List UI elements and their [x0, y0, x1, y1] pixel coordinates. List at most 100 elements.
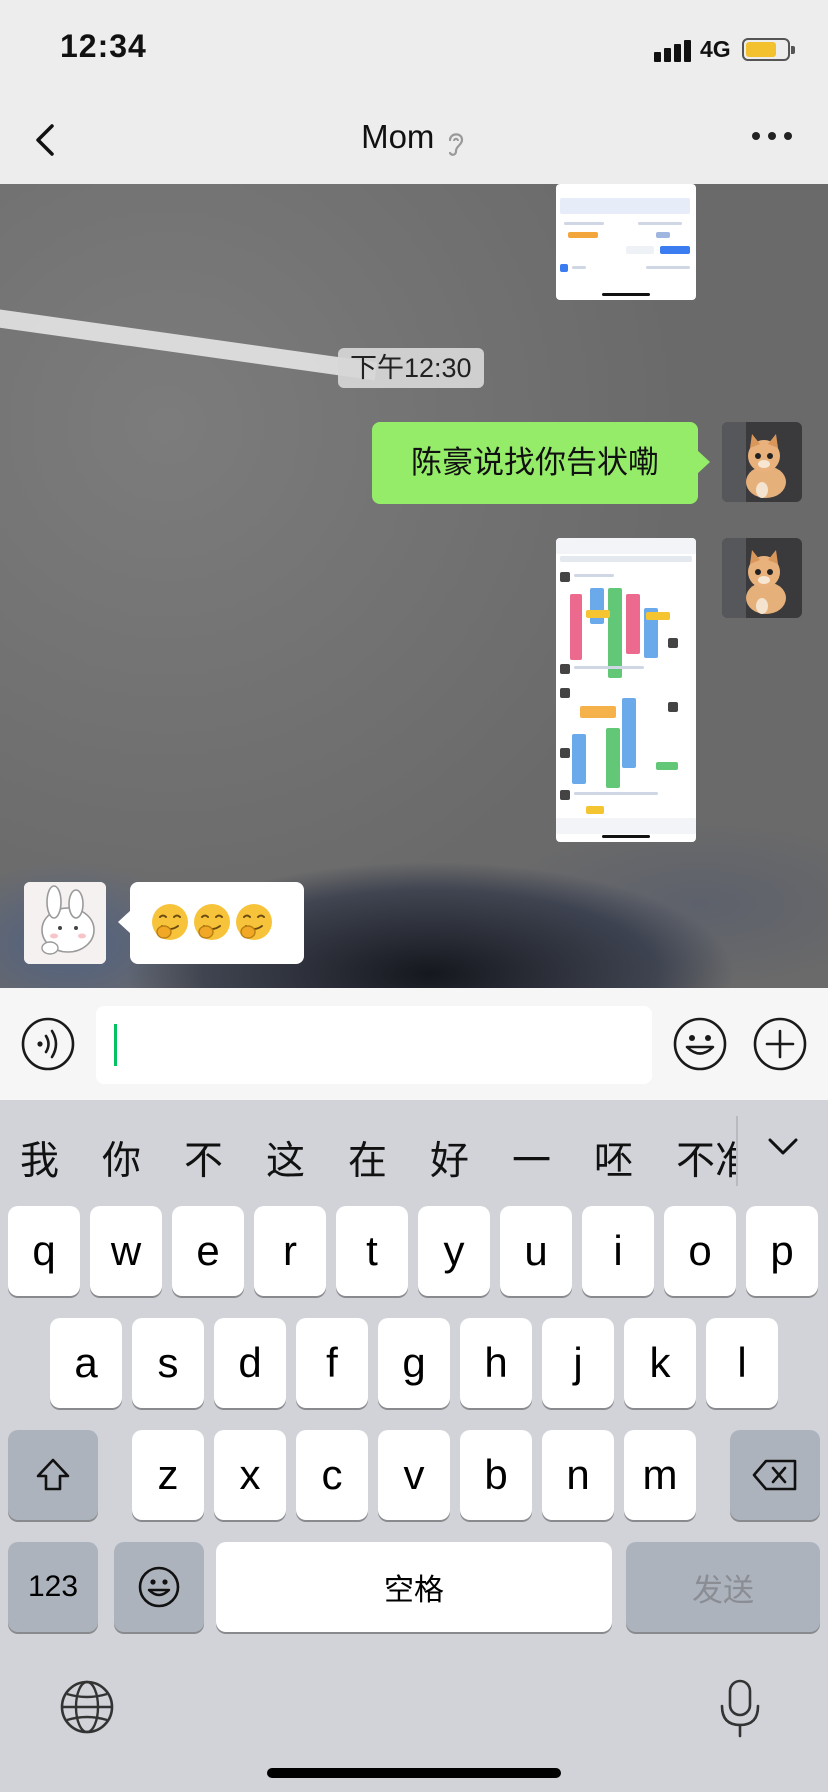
- key-label: 发送: [692, 1572, 754, 1608]
- timestamp-badge: 下午12:30: [338, 348, 484, 388]
- key-t[interactable]: t: [336, 1206, 408, 1296]
- key-y[interactable]: y: [418, 1206, 490, 1296]
- battery-icon: [742, 38, 795, 61]
- key-f[interactable]: f: [296, 1318, 368, 1408]
- key-w[interactable]: w: [90, 1206, 162, 1296]
- key-i[interactable]: i: [582, 1206, 654, 1296]
- emoji-keyboard-icon: [138, 1566, 180, 1608]
- candidate-word[interactable]: 你: [102, 1130, 141, 1186]
- smirk-emoji: [236, 904, 272, 940]
- key-label: r: [283, 1227, 297, 1274]
- key-label: i: [613, 1227, 623, 1274]
- candidate-word[interactable]: 不准: [676, 1130, 738, 1186]
- key-l[interactable]: l: [706, 1318, 778, 1408]
- send-key[interactable]: 发送: [626, 1542, 820, 1632]
- key-label: o: [688, 1227, 712, 1274]
- plus-icon[interactable]: [752, 1016, 808, 1072]
- key-label: n: [566, 1451, 590, 1498]
- key-label: g: [402, 1339, 426, 1386]
- key-v[interactable]: v: [378, 1430, 450, 1520]
- key-x[interactable]: x: [214, 1430, 286, 1520]
- key-label: a: [74, 1339, 98, 1386]
- image-message-screenshot[interactable]: [556, 538, 696, 842]
- avatar[interactable]: [24, 882, 106, 964]
- voice-icon[interactable]: [20, 1016, 76, 1072]
- key-label: f: [326, 1339, 338, 1386]
- backspace-key[interactable]: [730, 1430, 820, 1520]
- key-label: l: [737, 1339, 747, 1386]
- candidate-word[interactable]: 我: [20, 1130, 59, 1186]
- key-g[interactable]: g: [378, 1318, 450, 1408]
- text-cursor: [114, 1024, 117, 1066]
- ear-icon: [448, 133, 463, 156]
- home-indicator: [267, 1768, 561, 1778]
- key-a[interactable]: a: [50, 1318, 122, 1408]
- key-k[interactable]: k: [624, 1318, 696, 1408]
- key-label: d: [238, 1339, 262, 1386]
- key-o[interactable]: o: [664, 1206, 736, 1296]
- network-label: 4G: [700, 36, 731, 62]
- chat-title-wrap: Mom: [0, 118, 828, 159]
- key-j[interactable]: j: [542, 1318, 614, 1408]
- smirk-emoji: [152, 904, 188, 940]
- shift-icon: [36, 1458, 70, 1491]
- message-input[interactable]: [96, 1006, 652, 1084]
- numbers-key[interactable]: 123: [8, 1542, 98, 1632]
- key-label: 空格: [384, 1574, 444, 1607]
- key-label: j: [573, 1339, 583, 1386]
- candidate-word[interactable]: 一: [512, 1130, 551, 1186]
- key-label: b: [484, 1451, 508, 1498]
- key-e[interactable]: e: [172, 1206, 244, 1296]
- key-label: m: [642, 1451, 678, 1498]
- incoming-message-bubble[interactable]: 🤭🤭🤭: [118, 882, 304, 964]
- candidate-word[interactable]: 呸: [594, 1130, 633, 1186]
- key-label: v: [403, 1451, 425, 1498]
- cat-avatar-image: [722, 422, 802, 502]
- outgoing-message-bubble[interactable]: 陈豪说找你告状嘞: [372, 422, 710, 504]
- key-label: q: [32, 1227, 56, 1274]
- key-p[interactable]: p: [746, 1206, 818, 1296]
- key-label: u: [524, 1227, 548, 1274]
- candidate-word[interactable]: 不: [184, 1130, 223, 1186]
- candidate-word[interactable]: 好: [430, 1130, 469, 1186]
- key-label: z: [157, 1451, 179, 1498]
- key-c[interactable]: c: [296, 1430, 368, 1520]
- candidate-bar: 我 你 不 这 在 好 一 呸 不准: [0, 1100, 828, 1204]
- key-z[interactable]: z: [132, 1430, 204, 1520]
- space-key[interactable]: 空格: [216, 1542, 612, 1632]
- key-label: k: [649, 1339, 671, 1386]
- avatar[interactable]: [722, 422, 802, 502]
- cat-avatar-image: [722, 538, 802, 618]
- key-label: c: [321, 1451, 343, 1498]
- status-time: 12:34: [60, 28, 147, 64]
- chat-messages[interactable]: 下午12:30 陈豪说找你告状嘞: [0, 184, 828, 988]
- key-n[interactable]: n: [542, 1430, 614, 1520]
- candidate-word[interactable]: 这: [266, 1130, 305, 1186]
- key-b[interactable]: b: [460, 1430, 532, 1520]
- key-label: w: [110, 1227, 142, 1274]
- shift-key[interactable]: [8, 1430, 98, 1520]
- key-r[interactable]: r: [254, 1206, 326, 1296]
- image-message-thumbnail[interactable]: [556, 184, 696, 300]
- more-icon[interactable]: [752, 132, 792, 144]
- backspace-icon: [752, 1459, 797, 1491]
- key-m[interactable]: m: [624, 1430, 696, 1520]
- avatar[interactable]: [722, 538, 802, 618]
- emoji-keyboard-key[interactable]: [114, 1542, 204, 1632]
- candidate-divider: [736, 1116, 738, 1186]
- emoji-icon[interactable]: [672, 1016, 728, 1072]
- key-label: 123: [27, 1570, 79, 1603]
- key-q[interactable]: q: [8, 1206, 80, 1296]
- chat-header: Mom: [0, 96, 828, 184]
- chevron-down-icon[interactable]: [766, 1134, 800, 1160]
- mic-icon[interactable]: [718, 1678, 762, 1740]
- key-s[interactable]: s: [132, 1318, 204, 1408]
- key-d[interactable]: d: [214, 1318, 286, 1408]
- chat-title: Mom: [361, 118, 435, 155]
- globe-icon[interactable]: [58, 1678, 116, 1736]
- smirk-emoji: [194, 904, 230, 940]
- candidate-word[interactable]: 在: [348, 1130, 387, 1186]
- key-h[interactable]: h: [460, 1318, 532, 1408]
- key-u[interactable]: u: [500, 1206, 572, 1296]
- signal-icon: [654, 40, 702, 62]
